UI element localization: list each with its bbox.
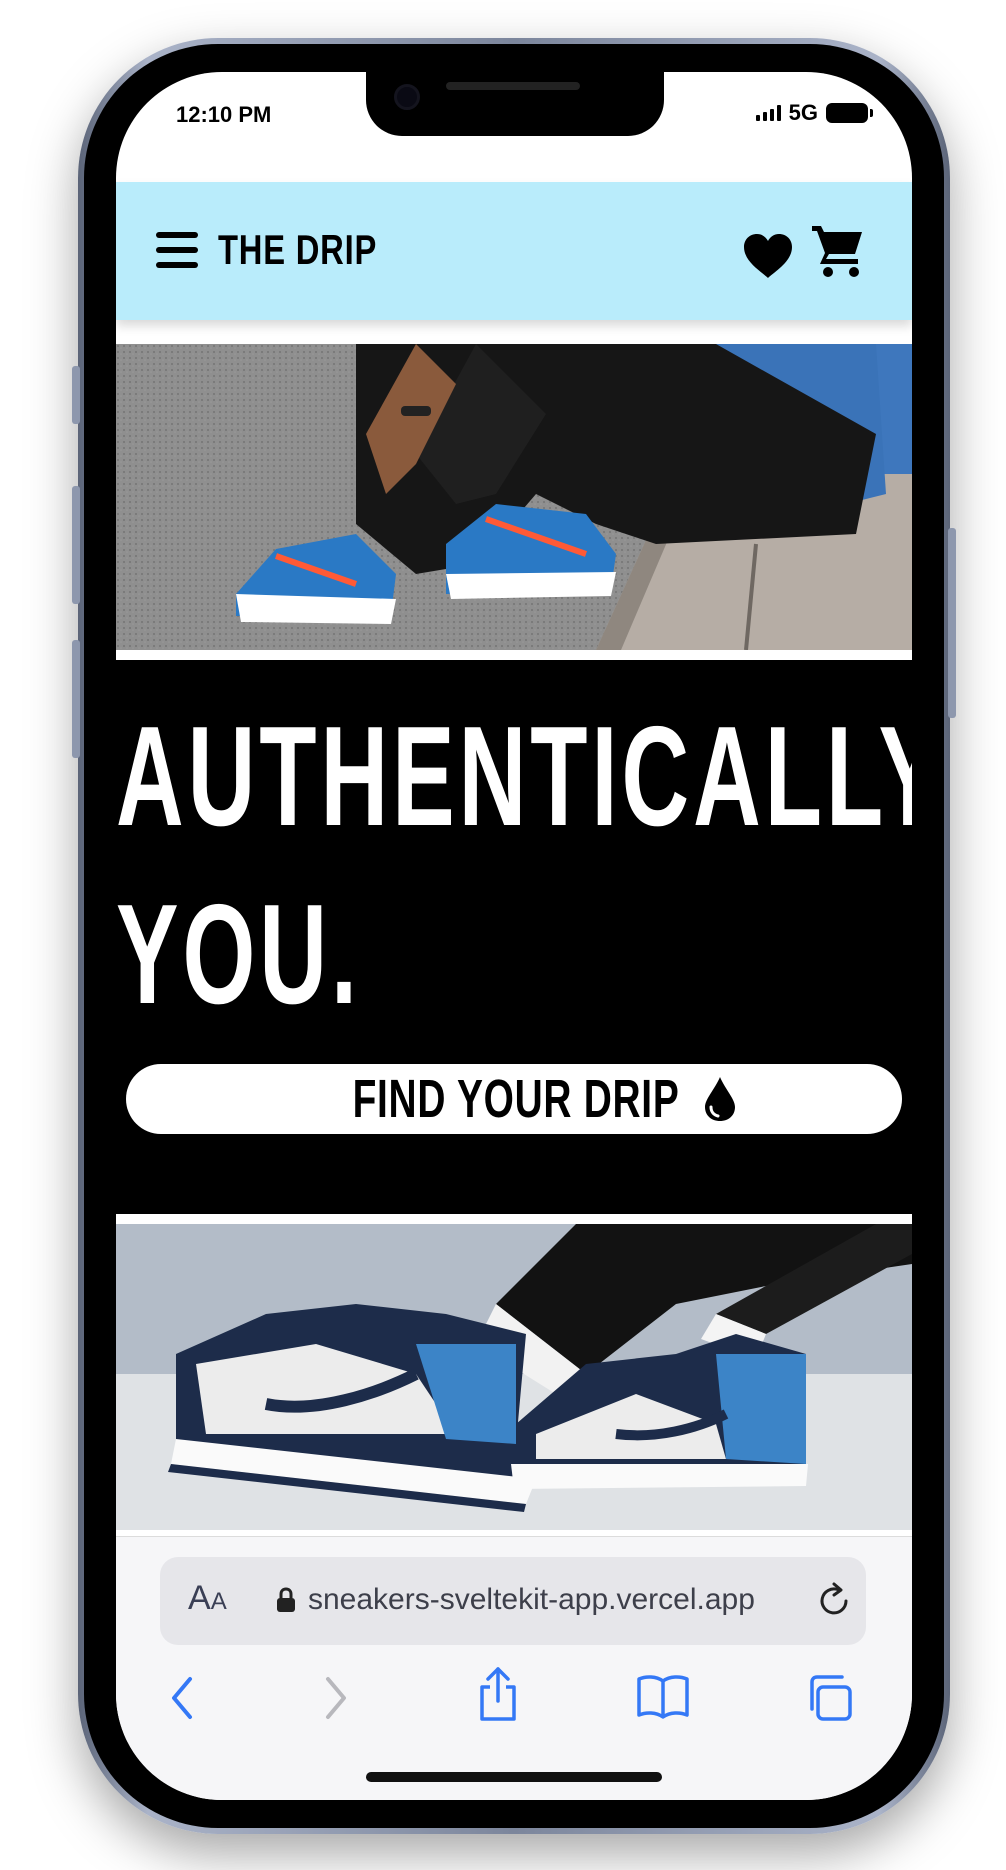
signal-icon bbox=[755, 105, 781, 121]
phone-screen: 12:10 PM 5G THE DRIP AUTHENTICALLY. YOU.… bbox=[116, 72, 912, 1800]
chevron-left-icon bbox=[172, 1677, 192, 1719]
text-size-label-large: A bbox=[188, 1579, 211, 1617]
tabs-button[interactable] bbox=[804, 1673, 854, 1728]
share-icon bbox=[480, 1667, 516, 1721]
site-header: THE DRIP bbox=[116, 182, 912, 320]
home-indicator bbox=[366, 1772, 662, 1782]
notch-speaker bbox=[446, 82, 580, 90]
hero-image-sneakers-sitting bbox=[116, 344, 912, 650]
phone-volume-down-button bbox=[72, 640, 80, 758]
brand-logo[interactable]: THE DRIP bbox=[218, 226, 377, 274]
status-time: 12:10 PM bbox=[176, 102, 272, 127]
phone-volume-up-button bbox=[72, 486, 80, 604]
status-indicators: 5G bbox=[755, 100, 873, 126]
hero-section: AUTHENTICALLY. YOU. FIND YOUR DRIP bbox=[116, 660, 912, 1214]
address-bar[interactable]: AA sneakers-sveltekit-app.vercel.app bbox=[160, 1557, 866, 1645]
text-size-button[interactable]: AA bbox=[188, 1579, 227, 1618]
water-drop-icon bbox=[705, 1077, 736, 1121]
front-camera bbox=[394, 84, 420, 110]
hero-headline-line1: AUTHENTICALLY. bbox=[116, 697, 912, 856]
phone-power-button bbox=[948, 528, 956, 718]
shopping-cart-icon bbox=[812, 226, 862, 277]
forward-button[interactable] bbox=[318, 1673, 354, 1728]
hamburger-menu-button[interactable] bbox=[156, 232, 198, 268]
tabs-icon bbox=[810, 1675, 852, 1721]
network-type: 5G bbox=[788, 100, 818, 125]
chevron-right-icon bbox=[326, 1677, 346, 1719]
back-button[interactable] bbox=[164, 1673, 200, 1728]
heart-icon bbox=[744, 234, 792, 278]
bookmarks-button[interactable] bbox=[636, 1673, 690, 1724]
cart-button[interactable] bbox=[810, 222, 866, 278]
wishlist-button[interactable] bbox=[742, 232, 794, 280]
reload-icon[interactable] bbox=[814, 1581, 854, 1621]
hero-headline-line2: YOU. bbox=[116, 875, 361, 1034]
open-book-icon bbox=[637, 1675, 689, 1719]
battery-icon bbox=[826, 103, 873, 123]
browser-toolbar: AA sneakers-sveltekit-app.vercel.app bbox=[116, 1536, 912, 1800]
cta-label: FIND YOUR DRIP bbox=[352, 1069, 680, 1129]
lock-icon bbox=[277, 1587, 295, 1612]
text-size-label-small: A bbox=[210, 1588, 227, 1615]
phone-action-button bbox=[72, 366, 80, 424]
cta-content: FIND YOUR DRIP bbox=[289, 1068, 739, 1130]
hero-image-high-top-sneakers bbox=[116, 1224, 912, 1530]
find-your-drip-button[interactable]: FIND YOUR DRIP bbox=[126, 1064, 902, 1134]
browser-nav-row bbox=[116, 1667, 912, 1733]
url-text: sneakers-sveltekit-app.vercel.app bbox=[308, 1583, 755, 1616]
share-button[interactable] bbox=[476, 1665, 520, 1728]
